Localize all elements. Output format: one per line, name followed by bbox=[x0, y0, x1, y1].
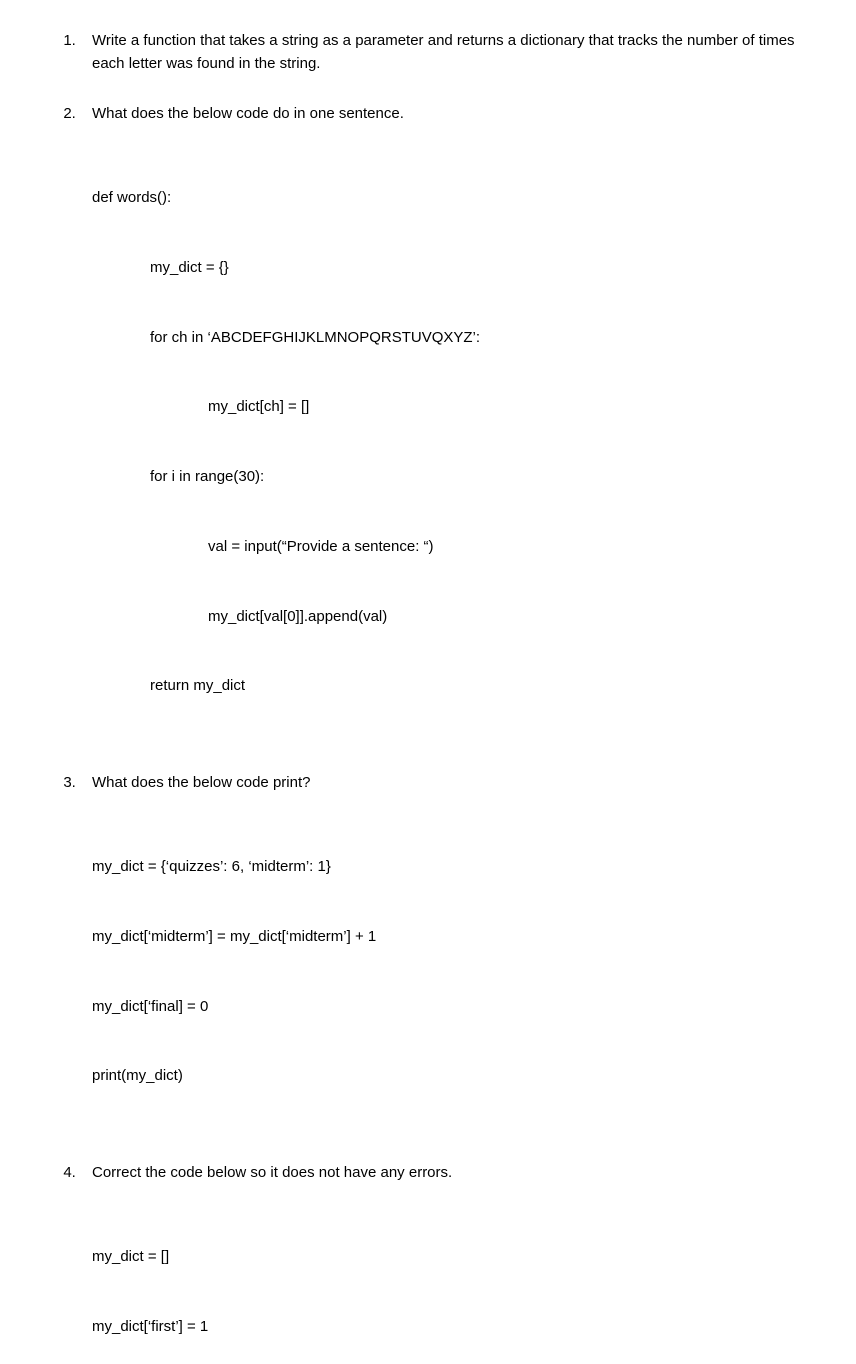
question-list: Write a function that takes a string as … bbox=[50, 30, 806, 1364]
code-line: my_dict[‘first’] = 1 bbox=[92, 1315, 806, 1338]
code-line: for i in range(30): bbox=[92, 465, 806, 488]
code-line: def words(): bbox=[92, 186, 806, 209]
code-line: my_dict[ch] = [] bbox=[92, 395, 806, 418]
code-block: my_dict = {‘quizzes’: 6, ‘midterm’: 1} m… bbox=[92, 809, 806, 1135]
code-line: val = input(“Provide a sentence: “) bbox=[92, 535, 806, 558]
code-line: for ch in ‘ABCDEFGHIJKLMNOPQRSTUVQXYZ’: bbox=[92, 326, 806, 349]
question-item-4: Correct the code below so it does not ha… bbox=[80, 1162, 806, 1364]
code-line: my_dict[‘final] = 0 bbox=[92, 995, 806, 1018]
code-line: my_dict = {} bbox=[92, 256, 806, 279]
question-prompt: Correct the code below so it does not ha… bbox=[92, 1162, 806, 1185]
question-prompt: What does the below code do in one sente… bbox=[92, 103, 806, 126]
code-line: my_dict[‘midterm’] = my_dict[‘midterm’] … bbox=[92, 925, 806, 948]
question-item-3: What does the below code print? my_dict … bbox=[80, 772, 806, 1134]
question-prompt: What does the below code print? bbox=[92, 772, 806, 795]
question-item-1: Write a function that takes a string as … bbox=[80, 30, 806, 75]
question-item-2: What does the below code do in one sente… bbox=[80, 103, 806, 744]
code-block: def words(): my_dict = {} for ch in ‘ABC… bbox=[92, 140, 806, 745]
code-block: my_dict = [] my_dict[‘first’] = 1 my_dic… bbox=[92, 1199, 806, 1364]
code-line: my_dict[val[0]].append(val) bbox=[92, 605, 806, 628]
code-line: my_dict = [] bbox=[92, 1245, 806, 1268]
question-prompt: Write a function that takes a string as … bbox=[92, 30, 806, 75]
code-line: print(my_dict) bbox=[92, 1064, 806, 1087]
code-line: my_dict = {‘quizzes’: 6, ‘midterm’: 1} bbox=[92, 855, 806, 878]
code-line: return my_dict bbox=[92, 674, 806, 697]
